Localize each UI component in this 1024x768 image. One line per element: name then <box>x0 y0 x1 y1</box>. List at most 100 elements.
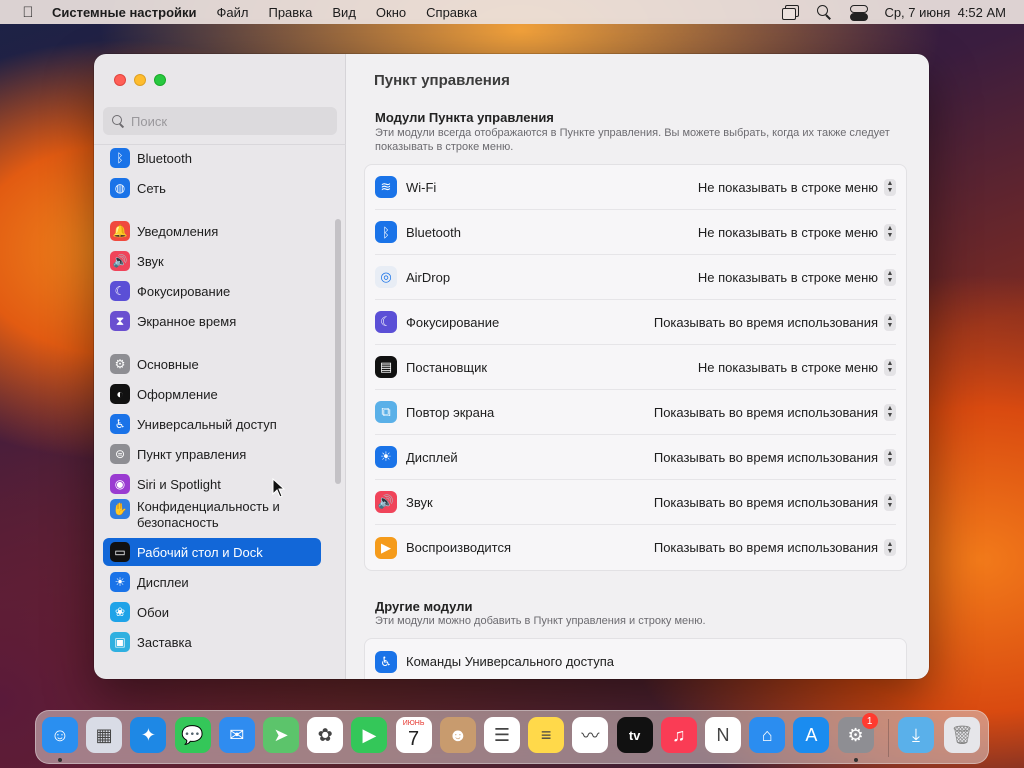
dock-messages[interactable]: 💬 <box>174 717 211 753</box>
sidebar-search-input[interactable] <box>131 113 321 129</box>
sidebar-item-label: Сеть <box>137 180 166 196</box>
menu-bar-visibility-select[interactable]: Показывать во время использования ▲ ▼ <box>654 448 896 466</box>
sidebar-item-siri[interactable]: ◉ Siri и Spotlight <box>103 470 321 498</box>
sidebar-item-dock[interactable]: ▭ Рабочий стол и Dock <box>103 538 321 566</box>
dock-contacts[interactable]: ☻ <box>439 717 476 753</box>
sidebar-item-label-line2: безопасность <box>137 515 219 530</box>
dock-notes[interactable]: ≡ <box>528 717 565 753</box>
dock-safari[interactable]: ✦ <box>130 717 167 753</box>
sidebar-item-flower[interactable]: ❀ Обои <box>103 598 321 626</box>
stage-manager-menubar-icon[interactable] <box>782 5 800 20</box>
sidebar-item-label: Оформление <box>137 386 218 402</box>
module-row-sun: ☀ Дисплей Показывать во время использовани… <box>375 435 896 480</box>
sidebar-item-gear[interactable]: ⚙ Основные <box>103 350 321 378</box>
dock-freeform[interactable]: 〰 <box>572 717 609 753</box>
sidebar-item-moon[interactable]: ☾ Фокусирование <box>103 277 321 305</box>
page-title: Пункт управления <box>374 72 510 89</box>
sidebar-item-accessibility[interactable]: ♿ Универсальный доступ <box>103 410 321 438</box>
zoom-button[interactable] <box>154 74 166 86</box>
speaker-icon: 🔊 <box>110 251 130 271</box>
select-value: Показывать во время использования <box>653 314 878 330</box>
menu-bar-visibility-select[interactable]: Не показывать в строке меню ▲ ▼ <box>697 268 896 286</box>
moon-icon: ☾ <box>375 311 397 333</box>
airdrop-icon: ◎ <box>375 266 397 288</box>
sidebar-scrollbar[interactable] <box>335 219 341 484</box>
sidebar-item-bluetooth[interactable]: ᛒ Bluetooth <box>103 144 321 172</box>
accessibility-icon: ♿ <box>375 650 397 673</box>
dock-keynote[interactable]: ⌂ <box>749 717 786 753</box>
module-row-bluetooth: ᛒ Bluetooth Не показывать в строке меню ▲ ▼ <box>375 210 896 255</box>
dock-maps[interactable]: ➤ <box>263 717 299 753</box>
module-row-airdrop: ◎ AirDrop Не показывать в строке меню ▲ ▼ <box>375 255 896 300</box>
mouse-pointer-icon <box>272 478 286 498</box>
sidebar-item-bell[interactable]: 🔔 Уведомления <box>103 217 321 245</box>
menu-bar-visibility-select[interactable]: Не показывать в строке меню ▲ ▼ <box>698 223 896 241</box>
modules-section-title: Модули Пункта управления <box>375 110 554 125</box>
sidebar-item-screensaver[interactable]: ▣ Заставка <box>103 628 321 656</box>
bluetooth-icon: ᛒ <box>110 148 130 168</box>
dock-reminders[interactable]: ☰ <box>484 717 520 753</box>
sidebar-item-appearance[interactable]: ◐ Оформление <box>103 380 321 408</box>
sidebar-item-sun[interactable]: ☀ Дисплеи <box>103 568 321 596</box>
menu-help[interactable]: Справка <box>426 5 477 20</box>
gear-icon: ⚙ <box>110 354 130 374</box>
menu-window[interactable]: Окно <box>376 5 406 20</box>
close-button[interactable] <box>114 74 126 86</box>
menu-edit[interactable]: Правка <box>268 5 312 20</box>
menu-bar-visibility-select[interactable]: Показывать во время использования ▲ ▼ <box>654 539 896 556</box>
sidebar-item-speaker[interactable]: 🔊 Звук <box>103 247 321 275</box>
menu-bar-visibility-select[interactable]: Показывать во время использования ▲ ▼ <box>654 403 896 421</box>
dock-trash[interactable]: 🗑 <box>944 717 980 753</box>
sidebar-item-label: Фокусирование <box>137 283 231 299</box>
sidebar-item-hand[interactable]: ✋ Конфиденциальность и безопасность <box>103 497 321 535</box>
dock-facetime[interactable]: ▶ <box>351 717 388 753</box>
dock-mail[interactable]: ✉ <box>218 717 255 753</box>
sidebar-item-hourglass[interactable]: ⧗ Экранное время <box>103 307 321 335</box>
apple-logo-icon[interactable]:  <box>18 4 38 21</box>
other-modules-group: ♿ Команды Универсального доступа <box>364 638 907 679</box>
select-value: Не показывать в строке меню <box>697 269 878 285</box>
bluetooth-icon: ᛒ <box>375 221 397 243</box>
sidebar-item-label: Универсальный доступ <box>137 416 277 432</box>
module-label: Wi-Fi <box>406 179 437 195</box>
module-label: AirDrop <box>406 269 451 285</box>
dock-calendar[interactable]: ИЮНЬ 7 <box>395 717 432 753</box>
sidebar-item-label: Дисплеи <box>137 574 189 590</box>
content-pane: Пункт управления Модули Пункта управлени… <box>346 54 929 679</box>
sidebar-item-globe[interactable]: ◍ Сеть <box>103 174 321 202</box>
sidebar-item-control-center[interactable]: ⊜ Пункт управления <box>103 440 321 468</box>
dock-photos[interactable]: ✿ <box>307 717 344 753</box>
menu-bar-visibility-select[interactable]: Показывать во время использования ▲ ▼ <box>653 313 896 331</box>
dock-news[interactable]: N <box>705 717 741 753</box>
dock-downloads-folder[interactable]: ⤓ <box>898 717 934 753</box>
sidebar-item-label: Рабочий стол и Dock <box>137 544 263 560</box>
launchpad-icon: ▦ <box>95 724 113 745</box>
minimize-button[interactable] <box>134 74 146 86</box>
dock-launchpad[interactable]: ▦ <box>86 717 123 753</box>
dock-tv[interactable]: tv <box>616 717 653 753</box>
menu-bar-visibility-select[interactable]: Показывать во время использования ▲ ▼ <box>654 493 896 511</box>
photos-icon: ✿ <box>317 724 333 745</box>
menu-bar-visibility-select[interactable]: Не показывать в строке меню ▲ ▼ <box>698 358 896 376</box>
spotlight-search-icon[interactable] <box>816 5 832 19</box>
app-name-menu[interactable]: Системные настройки <box>52 5 197 20</box>
dock-app-store[interactable]: A <box>793 717 830 753</box>
modules-section-subtitle: Эти модули всегда отображаются в Пункте … <box>375 127 890 153</box>
chevron-updown-icon: ▲ ▼ <box>884 448 896 466</box>
news-icon: N <box>716 724 730 745</box>
dock-finder[interactable]: ☺ <box>42 717 78 753</box>
menu-file[interactable]: Файл <box>217 5 249 20</box>
menubar-clock[interactable]: Ср, 7 июня 4:52 AM <box>884 5 1006 20</box>
control-center-menubar-icon[interactable] <box>850 5 869 21</box>
module-label: Дисплей <box>406 449 458 465</box>
dock-music[interactable]: ♫ <box>660 717 697 753</box>
module-row-screen-mirroring: ⧉ Повтор экрана Показывать во время исполь… <box>375 390 896 435</box>
dock-system-settings[interactable]: ⚙ 1 <box>837 713 878 753</box>
running-indicator <box>58 758 62 762</box>
contacts-icon: ☻ <box>448 724 468 745</box>
module-label: Воспроизводится <box>406 540 512 555</box>
chevron-updown-icon: ▲ ▼ <box>884 268 896 286</box>
menu-bar-visibility-select[interactable]: Не показывать в строке меню ▲ ▼ <box>698 178 896 196</box>
menu-view[interactable]: Вид <box>332 5 356 20</box>
facetime-icon: ▶ <box>362 724 377 745</box>
